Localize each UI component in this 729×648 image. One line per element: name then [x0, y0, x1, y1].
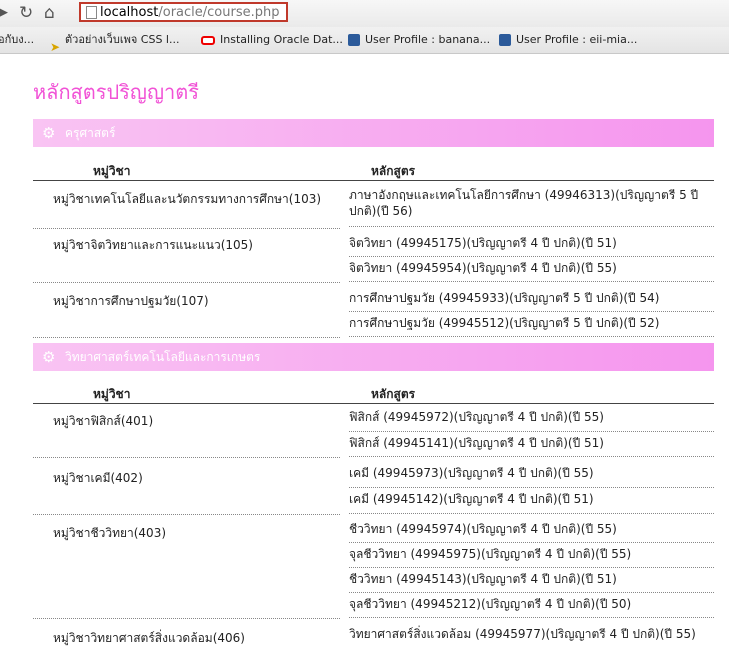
course-item: การศึกษาปฐมวัย (49945933)(ปริญญาตรี 5 ปี…: [349, 287, 714, 312]
url-text[interactable]: localhost/oracle/course.php: [100, 4, 279, 21]
course-item: จุลชีววิทยา (49945975)(ปริญญาตรี 4 ปี ปก…: [349, 543, 714, 568]
gear-icon: ⚙: [42, 348, 56, 366]
bookmark-label: Installing Oracle Dat...: [220, 33, 343, 46]
group-label: หมู่วิชาเคมี(402): [53, 471, 143, 485]
bookmark-item-4[interactable]: User Profile : banana...: [348, 27, 490, 53]
course-item: จิตวิทยา (49945175)(ปริญญาตรี 4 ปี ปกติ)…: [349, 232, 714, 257]
course-item: ภาษาอังกฤษและเทคโนโลยีการศึกษา (49946313…: [349, 185, 714, 227]
section-title: ครุศาสตร์: [65, 126, 116, 140]
bookmark-label: User Profile : eii-mia...: [516, 33, 638, 46]
header-divider: [33, 403, 714, 404]
url-host: localhost: [100, 5, 159, 20]
address-bar[interactable]: localhost/oracle/course.php: [79, 2, 288, 22]
column-header-group: หมู่วิชา: [93, 387, 131, 401]
group-divider: [33, 228, 340, 229]
bookmark-item-3[interactable]: Installing Oracle Dat...: [201, 27, 343, 53]
group-divider: [33, 282, 340, 283]
group-label: หมู่วิชาเทคโนโลยีและนวัตกรรมทางการศึกษา(…: [53, 192, 322, 206]
section-header-education: ⚙ ครุศาสตร์: [33, 119, 714, 147]
bookmark-item-2[interactable]: ➤ ตัวอย่างเว็บเพจ CSS l...: [50, 27, 179, 53]
bookmark-label: อกับง...: [0, 33, 35, 46]
pin-icon: ➤: [50, 40, 61, 54]
course-item: จิตวิทยา (49945954)(ปริญญาตรี 4 ปี ปกติ)…: [349, 257, 714, 282]
gear-icon: ⚙: [42, 124, 56, 142]
browser-toolbar: ▶ ↻ ⌂ localhost/oracle/course.php: [0, 0, 729, 27]
course-item: ฟิสิกส์ (49945972)(ปริญญาตรี 4 ปี ปกติ)(…: [349, 407, 714, 432]
course-item: ชีววิทยา (49945974)(ปริญญาตรี 4 ปี ปกติ)…: [349, 518, 714, 543]
group-divider: [33, 457, 340, 458]
course-item: ชีววิทยา (49945143)(ปริญญาตรี 4 ปี ปกติ)…: [349, 568, 714, 593]
column-header-course: หลักสูตร: [371, 387, 416, 401]
url-path: /oracle/course.php: [158, 5, 280, 20]
group-label: หมู่วิชาวิทยาศาสตร์สิ่งแวดล้อม(406): [53, 631, 245, 645]
page-title: หลักสูตรปริญญาตรี: [33, 80, 199, 104]
group-divider: [33, 618, 340, 619]
bookmark-label: ตัวอย่างเว็บเพจ CSS l...: [65, 33, 180, 46]
course-item: จุลชีววิทยา (49945212)(ปริญญาตรี 4 ปี ปก…: [349, 593, 714, 618]
column-header-group: หมู่วิชา: [93, 164, 131, 178]
course-item: เคมี (49945142)(ปริญญาตรี 4 ปี ปกติ)(ปี …: [349, 488, 714, 514]
group-label: หมู่วิชาชีววิทยา(403): [53, 526, 167, 540]
group-divider: [33, 514, 340, 515]
database-icon: [499, 34, 511, 46]
bookmarks-bar: อกับง... ➤ ตัวอย่างเว็บเพจ CSS l... Insta…: [0, 27, 729, 54]
group-divider: [33, 337, 340, 338]
bookmark-label: User Profile : banana...: [365, 33, 491, 46]
group-label: หมู่วิชาจิตวิทยาและการแนะแนว(105): [53, 238, 253, 252]
group-label: หมู่วิชาการศึกษาปฐมวัย(107): [53, 294, 209, 308]
forward-icon[interactable]: ▶: [0, 2, 8, 24]
bookmark-item-5[interactable]: User Profile : eii-mia...: [499, 27, 637, 53]
column-header-course: หลักสูตร: [371, 164, 416, 178]
section-header-science: ⚙ วิทยาศาสตร์เทคโนโลยีและการเกษตร: [33, 343, 714, 371]
reload-icon[interactable]: ↻: [19, 2, 33, 24]
bookmark-item-1[interactable]: อกับง...: [0, 27, 34, 53]
database-icon: [348, 34, 360, 46]
home-icon[interactable]: ⌂: [44, 2, 55, 24]
page-icon: [86, 6, 97, 19]
course-item: การศึกษาปฐมวัย (49945512)(ปริญญาตรี 5 ปี…: [349, 312, 714, 337]
oracle-icon: [201, 35, 215, 45]
course-item: วิทยาศาสตร์สิ่งแวดล้อม (49945977)(ปริญญา…: [349, 627, 696, 641]
course-item: ฟิสิกส์ (49945141)(ปริญญาตรี 4 ปี ปกติ)(…: [349, 432, 714, 457]
group-label: หมู่วิชาฟิสิกส์(401): [53, 414, 154, 428]
header-divider: [33, 180, 714, 181]
course-item: เคมี (49945973)(ปริญญาตรี 4 ปี ปกติ)(ปี …: [349, 462, 714, 488]
section-title: วิทยาศาสตร์เทคโนโลยีและการเกษตร: [65, 350, 261, 364]
